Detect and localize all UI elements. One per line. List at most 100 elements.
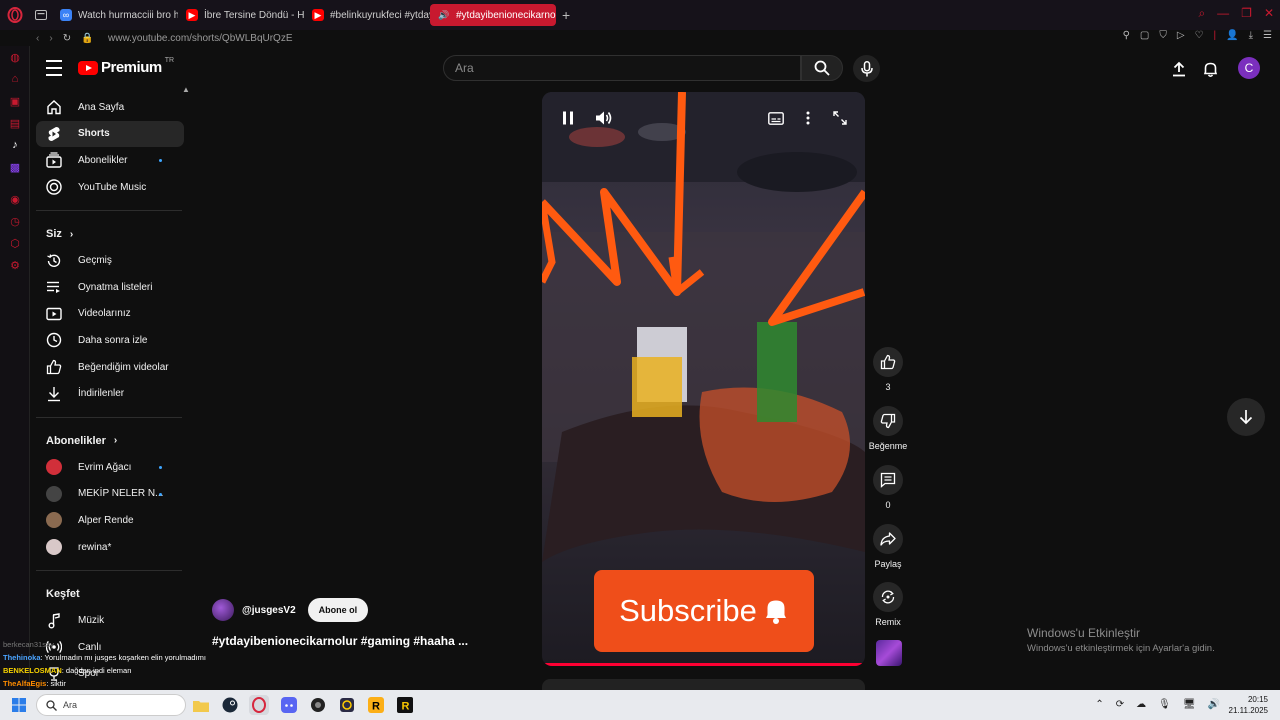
next-video-button[interactable]: [1227, 398, 1265, 436]
twitch-icon[interactable]: ▩: [0, 156, 30, 178]
volume-icon[interactable]: 🔊: [1208, 699, 1220, 710]
more-options-button[interactable]: [798, 108, 818, 128]
url-field[interactable]: www.youtube.com/shorts/QbWLBqUrQzE: [108, 33, 293, 44]
video-progress-bar[interactable]: [542, 663, 865, 666]
sync-icon[interactable]: ⟳: [1116, 699, 1124, 710]
profile-icon[interactable]: 👤: [1226, 30, 1238, 41]
windows-start-button[interactable]: [12, 698, 26, 717]
sidebar-item-channel[interactable]: rewina*: [36, 534, 184, 561]
sidebar-item-label: Ana Sayfa: [78, 101, 125, 113]
sidebar-item-label: İndirilenler: [78, 388, 125, 400]
sidebar-item-subscriptions[interactable]: Abonelikler: [36, 147, 184, 174]
shorts-video-player[interactable]: Subscribe: [542, 92, 865, 666]
shield-icon[interactable]: ⛉: [1159, 30, 1167, 41]
search-input[interactable]: Ara: [443, 55, 801, 81]
sidebar-section-you[interactable]: Siz ›: [36, 221, 184, 247]
browser-tab-3[interactable]: ▶ #belinkuyrukfeci #ytdayib: [304, 4, 430, 26]
network-icon[interactable]: 🖥: [1183, 699, 1196, 710]
sidebar-item-youtube-music[interactable]: YouTube Music: [36, 174, 184, 201]
dislike-button[interactable]: Beğenme: [868, 406, 908, 451]
browser-tab-2[interactable]: ▶ İbre Tersine Döndü - Hurr: [178, 4, 304, 26]
play-icon[interactable]: ▷: [1177, 30, 1185, 41]
sidebar-item-your-videos[interactable]: Videolarınız: [36, 301, 184, 328]
comments-button[interactable]: 0: [868, 465, 908, 510]
sidebar-section-subscriptions[interactable]: Abonelikler ›: [36, 428, 184, 454]
microphone-icon[interactable]: 🎙: [1158, 699, 1171, 710]
bag-icon[interactable]: ⌂: [0, 68, 30, 90]
taskbar-search-input[interactable]: Ara: [36, 694, 186, 716]
browser-tab-active[interactable]: 🔊 #ytdayibenionecikarno: [430, 4, 556, 26]
sidebar-item-shorts[interactable]: Shorts: [36, 120, 184, 148]
lock-icon[interactable]: 🔒: [81, 33, 93, 44]
search-button[interactable]: [801, 55, 843, 81]
voice-search-button[interactable]: [853, 55, 880, 82]
like-button[interactable]: 3: [868, 347, 908, 392]
download-icon[interactable]: ⤓: [1249, 30, 1253, 41]
channel-avatar[interactable]: [212, 599, 234, 621]
menu-icon[interactable]: ☰: [1263, 30, 1272, 41]
tab-title: #ytdayibenionecikarno: [456, 9, 556, 21]
snapshot-icon[interactable]: ▢: [1140, 30, 1149, 41]
taskbar-clock[interactable]: 20:15 21.11.2025: [1229, 694, 1268, 716]
search-icon[interactable]: ⌕: [1198, 6, 1205, 21]
remix-button[interactable]: Remix: [868, 582, 908, 627]
sidebar-item-watch-later[interactable]: Daha sonra izle: [36, 327, 184, 354]
browser-tab-1[interactable]: ∞ Watch hurmacciii bro hurr: [52, 4, 178, 26]
captions-button[interactable]: [766, 108, 786, 128]
close-icon[interactable]: ✕: [1264, 6, 1274, 21]
maximize-icon[interactable]: ❐: [1241, 6, 1252, 21]
channel-name[interactable]: @jusgesV2: [242, 605, 296, 616]
sidebar-item-channel[interactable]: Alper Rende: [36, 507, 184, 534]
share-button[interactable]: Paylaş: [868, 524, 908, 569]
rockstar-icon[interactable]: R: [366, 695, 386, 715]
player-icon[interactable]: ◉: [0, 188, 30, 210]
heart-icon[interactable]: ♡: [1195, 30, 1204, 41]
app-icon[interactable]: [337, 695, 357, 715]
discord-icon[interactable]: [279, 695, 299, 715]
notifications-button[interactable]: [1199, 58, 1221, 80]
messenger-icon[interactable]: ▣: [0, 90, 30, 112]
sidebar-item-home[interactable]: Ana Sayfa: [36, 94, 184, 121]
subscribe-overlay: Subscribe: [594, 570, 814, 652]
settings-icon[interactable]: ⚙: [0, 254, 30, 276]
steam-icon[interactable]: [220, 695, 240, 715]
sidebar-item-history[interactable]: Geçmiş: [36, 247, 184, 274]
back-icon[interactable]: ‹: [36, 33, 39, 44]
history-icon[interactable]: ◷: [0, 210, 30, 232]
video-title[interactable]: #ytdayibenionecikarnolur #gaming #haaha …: [212, 634, 468, 648]
pin-icon[interactable]: ⚲: [1123, 30, 1130, 41]
news-icon[interactable]: ▤: [0, 112, 30, 134]
app-icon[interactable]: R: [395, 695, 415, 715]
reload-icon[interactable]: ↻: [63, 33, 71, 44]
sidebar-item-downloads[interactable]: İndirilenler: [36, 380, 184, 407]
tiktok-icon[interactable]: ♪: [0, 134, 30, 156]
app-icon[interactable]: [308, 695, 328, 715]
opera-logo-icon[interactable]: [0, 0, 30, 30]
upload-button[interactable]: [1168, 58, 1190, 80]
scroll-up-arrow-icon[interactable]: ▲: [182, 85, 190, 94]
sidebar-item-liked-videos[interactable]: Beğendiğim videolar: [36, 354, 184, 381]
file-explorer-icon[interactable]: [191, 695, 211, 715]
forward-icon[interactable]: ›: [49, 33, 52, 44]
sidebar-item-channel[interactable]: MEKİP NELER N...: [36, 481, 184, 508]
new-tab-button[interactable]: +: [556, 7, 576, 23]
guide-menu-icon[interactable]: [46, 60, 62, 76]
pause-button[interactable]: [558, 108, 578, 128]
tab-list-icon[interactable]: [30, 10, 52, 20]
cloud-icon[interactable]: ☁: [1136, 699, 1146, 710]
fullscreen-button[interactable]: [830, 108, 850, 128]
opera-gx-icon[interactable]: [249, 695, 269, 715]
minimize-icon[interactable]: —: [1217, 6, 1229, 21]
account-avatar[interactable]: C: [1238, 57, 1260, 79]
extensions-icon[interactable]: ⬡: [0, 232, 30, 254]
youtube-premium-logo[interactable]: Premium TR: [78, 57, 174, 76]
sidebar-item-label: Abonelikler: [78, 154, 128, 166]
volume-button[interactable]: [594, 108, 614, 128]
sidebar-item-playlists[interactable]: Oynatma listeleri: [36, 274, 184, 301]
subscribe-button[interactable]: Abone ol: [307, 598, 369, 622]
aria-icon[interactable]: ◍: [0, 46, 30, 68]
sidebar-item-music[interactable]: Müzik: [36, 607, 184, 634]
sidebar-item-channel[interactable]: Evrim Ağacı: [36, 454, 184, 481]
sound-thumbnail[interactable]: [876, 640, 902, 666]
chevron-up-icon[interactable]: ⌃: [1095, 699, 1103, 710]
